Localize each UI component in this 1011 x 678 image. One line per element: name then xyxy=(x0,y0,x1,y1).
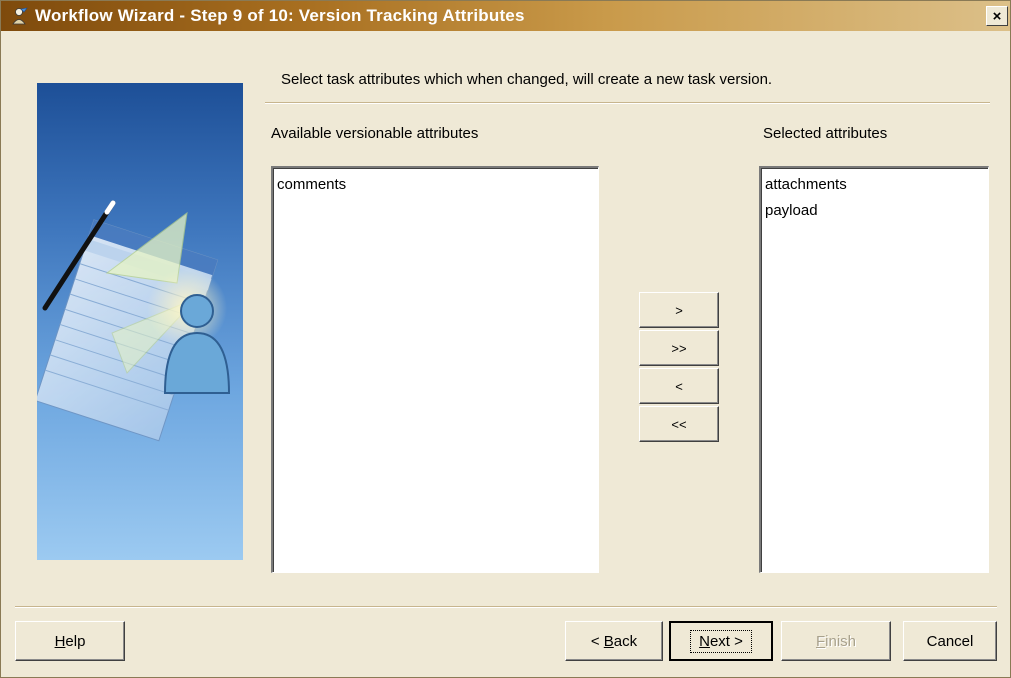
window-title: Workflow Wizard - Step 9 of 10: Version … xyxy=(35,6,525,25)
next-button[interactable]: Next > xyxy=(669,621,773,661)
mnemonic: F xyxy=(815,632,826,650)
wizard-side-illustration xyxy=(37,83,243,560)
finish-button-label: Finish xyxy=(816,633,856,650)
label-rest: ack xyxy=(613,632,638,650)
add-all-label: >> xyxy=(671,340,687,356)
list-item[interactable]: comments xyxy=(275,172,596,198)
selected-attributes-list[interactable]: attachments payload xyxy=(759,166,989,573)
footer-divider xyxy=(15,606,997,608)
add-selected-label: > xyxy=(675,302,683,318)
wizard-dialog: Workflow Wizard - Step 9 of 10: Version … xyxy=(0,0,1011,678)
mnemonic: B xyxy=(603,632,614,650)
back-button-label: < Back xyxy=(591,633,637,650)
add-selected-button[interactable]: > xyxy=(639,292,719,328)
available-attributes-list[interactable]: comments xyxy=(271,166,599,573)
remove-selected-button[interactable]: < xyxy=(639,368,719,404)
label-prefix: < xyxy=(590,632,604,650)
label-rest: inish xyxy=(825,632,857,650)
wizard-app-icon xyxy=(9,6,29,26)
mnemonic: H xyxy=(54,632,66,650)
help-button[interactable]: Help xyxy=(15,621,125,661)
cancel-button[interactable]: Cancel xyxy=(903,621,997,661)
list-item[interactable]: attachments xyxy=(763,172,986,198)
mnemonic: N xyxy=(699,632,710,650)
close-button[interactable]: × xyxy=(986,6,1008,26)
remove-all-label: << xyxy=(671,416,687,432)
add-all-button[interactable]: >> xyxy=(639,330,719,366)
selected-attributes-label: Selected attributes xyxy=(763,125,888,142)
available-attributes-label: Available versionable attributes xyxy=(271,125,479,142)
help-button-label: Help xyxy=(55,633,86,650)
instruction-text: Select task attributes which when change… xyxy=(281,71,773,88)
next-button-label: Next > xyxy=(690,629,752,653)
finish-button[interactable]: Finish xyxy=(781,621,891,661)
list-item[interactable]: payload xyxy=(763,198,986,224)
title-bar[interactable]: Workflow Wizard - Step 9 of 10: Version … xyxy=(1,1,1010,31)
remove-selected-label: < xyxy=(675,378,683,394)
back-button[interactable]: < Back xyxy=(565,621,663,661)
label-rest: elp xyxy=(65,632,86,650)
header-divider xyxy=(265,102,990,104)
cancel-button-label: Cancel xyxy=(926,632,974,650)
remove-all-button[interactable]: << xyxy=(639,406,719,442)
close-icon: × xyxy=(992,7,1002,25)
label-rest: ext > xyxy=(709,632,743,650)
